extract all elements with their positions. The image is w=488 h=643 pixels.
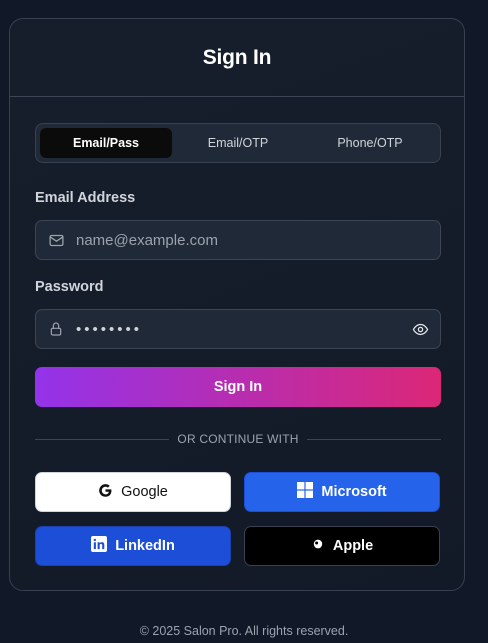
- email-label: Email Address: [35, 190, 136, 206]
- linkedin-label: LinkedIn: [115, 538, 175, 554]
- tab-email-otp[interactable]: Email/OTP: [172, 128, 304, 158]
- apple-label: Apple: [332, 538, 374, 554]
- lock-icon: [36, 321, 76, 337]
- continue-with-divider: OR CONTINUE WITH: [35, 431, 442, 447]
- email-field-wrapper: [35, 220, 441, 260]
- linkedin-icon: [91, 536, 108, 556]
- page-title: Sign In: [202, 45, 272, 69]
- apple-icon: [311, 536, 325, 556]
- tab-email-pass[interactable]: Email/Pass: [40, 128, 172, 158]
- sign-in-card: Sign In Email/Pass Email/OTP Phone/OTP E…: [9, 18, 465, 591]
- password-field-wrapper: [35, 309, 441, 349]
- google-icon: [98, 483, 113, 502]
- eye-icon[interactable]: [400, 321, 440, 338]
- footer-copyright: © 2025 Salon Pro. All rights reserved.: [139, 624, 349, 638]
- password-label: Password: [35, 279, 104, 295]
- mail-icon: [36, 232, 76, 249]
- apple-button[interactable]: Apple: [244, 526, 440, 566]
- divider-line-left: [35, 438, 170, 440]
- sign-in-button[interactable]: Sign In: [35, 367, 441, 407]
- tab-phone-otp[interactable]: Phone/OTP: [304, 128, 436, 158]
- divider-text: OR CONTINUE WITH: [177, 432, 299, 446]
- google-label: Google: [121, 484, 168, 500]
- microsoft-button[interactable]: Microsoft: [244, 472, 440, 512]
- google-button[interactable]: Google: [35, 472, 231, 512]
- password-input[interactable]: [76, 310, 400, 348]
- microsoft-label: Microsoft: [321, 484, 387, 500]
- divider-line-right: [306, 438, 442, 440]
- linkedin-button[interactable]: LinkedIn: [35, 526, 231, 566]
- microsoft-icon: [297, 482, 314, 502]
- card-header: Sign In: [10, 19, 464, 97]
- email-input[interactable]: [76, 221, 440, 259]
- auth-method-tabs: Email/Pass Email/OTP Phone/OTP: [35, 123, 441, 163]
